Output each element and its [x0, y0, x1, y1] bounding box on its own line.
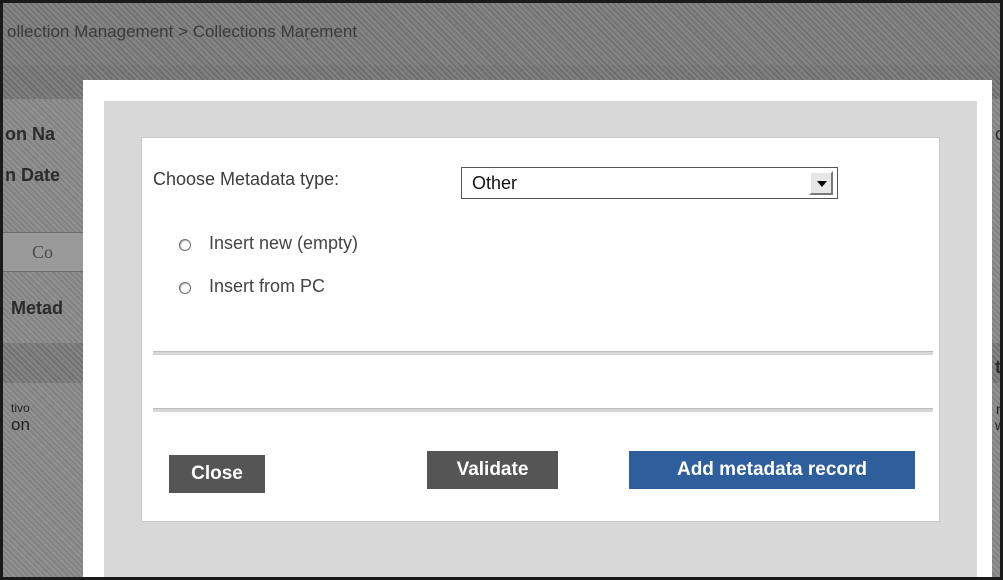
radio-insert-from-pc[interactable]	[179, 282, 191, 294]
radio-insert-new[interactable]	[179, 239, 191, 251]
window-frame: ollection Management > Collections Maṛem…	[0, 0, 1003, 580]
section-divider	[153, 408, 933, 412]
option-insert-from-pc-label: Insert from PC	[209, 276, 326, 296]
background-row-text-2: on	[11, 415, 30, 434]
background-field-name-label: on Na	[5, 124, 56, 144]
breadcrumb: ollection Management > Collections Maṛem…	[7, 22, 358, 41]
background-field-date-label: n Date	[5, 165, 61, 185]
background-section-label: Metad	[11, 298, 64, 318]
option-insert-new-label: Insert new (empty)	[209, 233, 359, 253]
background-row-text-1: tivo	[11, 401, 30, 415]
background-right-text-w: w	[995, 417, 1000, 433]
section-divider	[153, 351, 933, 355]
dropdown-arrow-button[interactable]	[809, 171, 833, 195]
validate-button[interactable]: Validate	[427, 451, 558, 489]
add-metadata-record-button[interactable]: Add metadata record	[629, 451, 915, 489]
close-button[interactable]: Close	[169, 455, 265, 493]
metadata-type-select[interactable]: Other	[461, 167, 838, 199]
background-tab-label: Co	[32, 242, 54, 262]
metadata-type-label: Choose Metadata type:	[153, 169, 340, 189]
background-right-text-c: c	[995, 124, 1000, 145]
background-right-text-r: r	[996, 401, 1001, 417]
metadata-type-value: Other	[472, 173, 518, 193]
background-right-text-t: t	[995, 357, 1001, 377]
header-bar: ollection Management > Collections Maṛem…	[3, 3, 1000, 65]
background-tab: Co	[3, 232, 87, 272]
chevron-down-icon	[817, 181, 827, 187]
